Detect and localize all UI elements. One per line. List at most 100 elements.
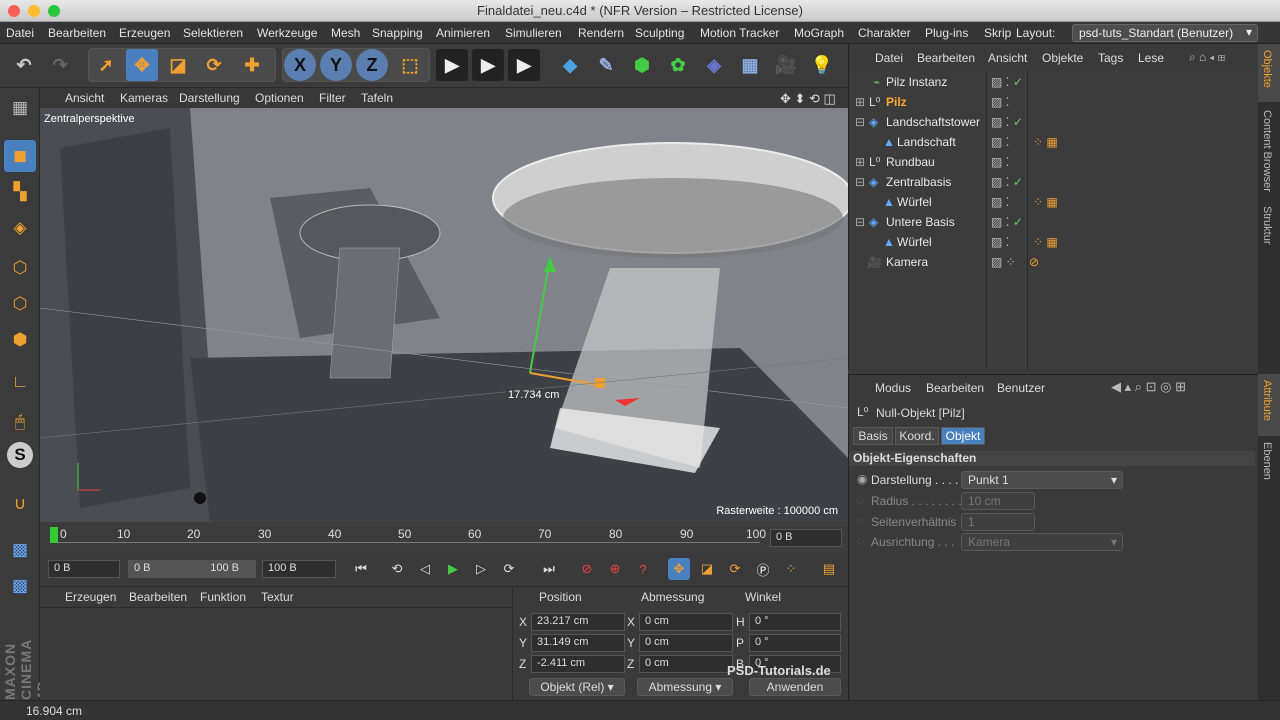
- array-generator-icon[interactable]: ✿: [662, 49, 694, 81]
- object-row[interactable]: ⊞ L⁰ Pilz ▨ ⁚: [849, 92, 1259, 112]
- object-row[interactable]: ⊟ ◈ Zentralbasis ▨ ⁚ ✓: [849, 172, 1259, 192]
- camera-icon[interactable]: 🎥: [770, 49, 802, 81]
- size-x-field[interactable]: 0 cm: [639, 613, 733, 631]
- om-toolbar-icons[interactable]: ⌕ ⌂ ◂ ⊞: [1189, 50, 1225, 65]
- viewport-navigation-icons[interactable]: ✥ ⬍ ⟲ ◫: [780, 91, 836, 107]
- rotation-p-field[interactable]: 0 °: [749, 634, 841, 652]
- phong-tag-icon[interactable]: ⁘ ▦: [1033, 235, 1058, 249]
- om-menu-lesezeichen[interactable]: Lese: [1138, 51, 1164, 65]
- scale-icon[interactable]: ◪: [162, 49, 194, 81]
- viewport-menu-filter[interactable]: Filter: [319, 91, 346, 105]
- visibility-icon[interactable]: ▨ ⁚: [991, 155, 1010, 169]
- am-nav-icons[interactable]: ◀ ▴ ⌕ ⊡ ◎ ⊞: [1111, 379, 1186, 395]
- timeline-window-icon[interactable]: ▤: [818, 558, 840, 580]
- z-axis-lock-button[interactable]: Z: [356, 49, 388, 81]
- subdivision-icon[interactable]: ⬢: [626, 49, 658, 81]
- material-menu-erzeugen[interactable]: Erzeugen: [65, 590, 116, 604]
- menu-simulieren[interactable]: Simulieren: [505, 26, 562, 40]
- om-menu-bearbeiten[interactable]: Bearbeiten: [917, 51, 975, 65]
- object-row[interactable]: 🎥 Kamera ▨ ⁘ ⊘: [849, 252, 1259, 272]
- om-menu-ansicht[interactable]: Ansicht: [988, 51, 1027, 65]
- collapse-icon[interactable]: ⊟: [855, 115, 865, 129]
- visibility-icon[interactable]: ▨ ⁚: [991, 95, 1010, 109]
- visibility-icon[interactable]: ▨ ⁚: [991, 195, 1010, 209]
- texture-mode-icon[interactable]: ▚: [4, 176, 36, 208]
- side-tab-struktur[interactable]: Struktur: [1261, 206, 1273, 245]
- om-menu-objekte[interactable]: Objekte: [1042, 51, 1083, 65]
- visibility-icon[interactable]: ▨ ⁚: [991, 235, 1010, 249]
- select-arrow-icon[interactable]: ➚: [90, 49, 122, 81]
- edges-mode-icon[interactable]: ⬡: [4, 288, 36, 320]
- material-menu-funktion[interactable]: Funktion: [200, 590, 246, 604]
- workplane-icon[interactable]: ◈: [4, 212, 36, 244]
- object-row[interactable]: ⊞ L⁰ Rundbau ▨ ⁚: [849, 152, 1259, 172]
- next-key-icon[interactable]: ⟳: [498, 558, 520, 580]
- viewport-menu-kameras[interactable]: Kameras: [120, 91, 168, 105]
- material-menu-bearbeiten[interactable]: Bearbeiten: [129, 590, 187, 604]
- make-editable-icon[interactable]: ▦: [4, 92, 36, 124]
- side-tab-objekte[interactable]: Objekte: [1261, 50, 1273, 88]
- current-frame-field[interactable]: 0 B: [770, 529, 842, 547]
- axis-mode-icon[interactable]: ∟: [4, 366, 36, 398]
- menu-mograph[interactable]: MoGraph: [794, 26, 844, 40]
- undo-icon[interactable]: ↶: [8, 49, 40, 81]
- apply-button[interactable]: Anwenden: [749, 678, 841, 696]
- viewport-menu-optionen[interactable]: Optionen: [255, 91, 304, 105]
- phong-tag-icon[interactable]: ⁘ ▦: [1033, 135, 1058, 149]
- radio-icon[interactable]: ◉: [857, 472, 867, 486]
- next-frame-icon[interactable]: ▷: [470, 558, 492, 580]
- material-menu-textur[interactable]: Textur: [261, 590, 294, 604]
- object-row[interactable]: ▲ Würfel ▨ ⁚ ⁘ ▦: [849, 232, 1259, 252]
- menu-mesh[interactable]: Mesh: [331, 26, 360, 40]
- model-mode-icon[interactable]: ◼: [4, 140, 36, 172]
- object-row[interactable]: ⌁ Pilz Instanz ▨ ⁚ ✓: [849, 72, 1259, 92]
- am-menu-modus[interactable]: Modus: [875, 381, 911, 395]
- darstellung-select[interactable]: Punkt 1 ▾: [961, 471, 1123, 489]
- go-to-end-icon[interactable]: ⏭: [538, 558, 560, 580]
- grid-workplane-icon[interactable]: ▩: [4, 534, 36, 566]
- y-axis-lock-button[interactable]: Y: [320, 49, 352, 81]
- last-tool-icon[interactable]: ✚: [236, 49, 268, 81]
- collapse-icon[interactable]: ⊟: [855, 215, 865, 229]
- visibility-icon[interactable]: ▨ ⁚ ✓: [991, 115, 1023, 129]
- viewport-menu-tafeln[interactable]: Tafeln: [361, 91, 393, 105]
- cube-icon[interactable]: ◆: [554, 49, 586, 81]
- coord-size-mode-select[interactable]: Abmessung ▾: [637, 678, 733, 696]
- menu-plugins[interactable]: Plug-ins: [925, 26, 968, 40]
- position-x-field[interactable]: 23.217 cm: [531, 613, 625, 631]
- prev-key-icon[interactable]: ⟲: [386, 558, 408, 580]
- visibility-icon[interactable]: ▨ ⁘: [991, 255, 1016, 269]
- visibility-icon[interactable]: ▨ ⁚ ✓: [991, 75, 1023, 89]
- render-view-icon[interactable]: ▶: [436, 49, 468, 81]
- collapse-icon[interactable]: ⊟: [855, 175, 865, 189]
- visibility-icon[interactable]: ▨ ⁚ ✓: [991, 175, 1023, 189]
- object-row[interactable]: ▲ Würfel ▨ ⁚ ⁘ ▦: [849, 192, 1259, 212]
- render-picture-viewer-icon[interactable]: ▶: [472, 49, 504, 81]
- x-axis-lock-button[interactable]: X: [284, 49, 316, 81]
- object-row[interactable]: ⊟ ◈ Untere Basis ▨ ⁚ ✓: [849, 212, 1259, 232]
- polygons-mode-icon[interactable]: ⬢: [4, 324, 36, 356]
- expand-icon[interactable]: ⊞: [855, 95, 865, 109]
- magnet-icon[interactable]: ∪: [4, 488, 36, 520]
- menu-skript[interactable]: Skrip: [984, 26, 1011, 40]
- points-mode-icon[interactable]: ⬡: [4, 252, 36, 284]
- viewport-menu-ansicht[interactable]: Ansicht: [65, 91, 104, 105]
- viewport-menu-darstellung[interactable]: Darstellung: [179, 91, 240, 105]
- menu-selektieren[interactable]: Selektieren: [183, 26, 243, 40]
- rotation-h-field[interactable]: 0 °: [749, 613, 841, 631]
- menu-datei[interactable]: Datei: [6, 26, 34, 40]
- menu-erzeugen[interactable]: Erzeugen: [119, 26, 170, 40]
- tab-objekt[interactable]: Objekt: [941, 427, 985, 445]
- visibility-icon[interactable]: ▨ ⁚: [991, 135, 1010, 149]
- prev-frame-icon[interactable]: ◁: [414, 558, 436, 580]
- spline-pen-icon[interactable]: ✎: [590, 49, 622, 81]
- visibility-icon[interactable]: ▨ ⁚ ✓: [991, 215, 1023, 229]
- side-tab-attribute[interactable]: Attribute: [1261, 380, 1273, 421]
- om-menu-datei[interactable]: Datei: [875, 51, 903, 65]
- timeline-playhead[interactable]: [50, 527, 58, 543]
- menu-animieren[interactable]: Animieren: [436, 26, 490, 40]
- move-icon[interactable]: ✥: [126, 49, 158, 81]
- start-frame-field[interactable]: 0 B: [48, 560, 120, 578]
- object-row[interactable]: ⊟ ◈ Landschaftstower ▨ ⁚ ✓: [849, 112, 1259, 132]
- go-to-start-icon[interactable]: ⏮: [350, 558, 372, 580]
